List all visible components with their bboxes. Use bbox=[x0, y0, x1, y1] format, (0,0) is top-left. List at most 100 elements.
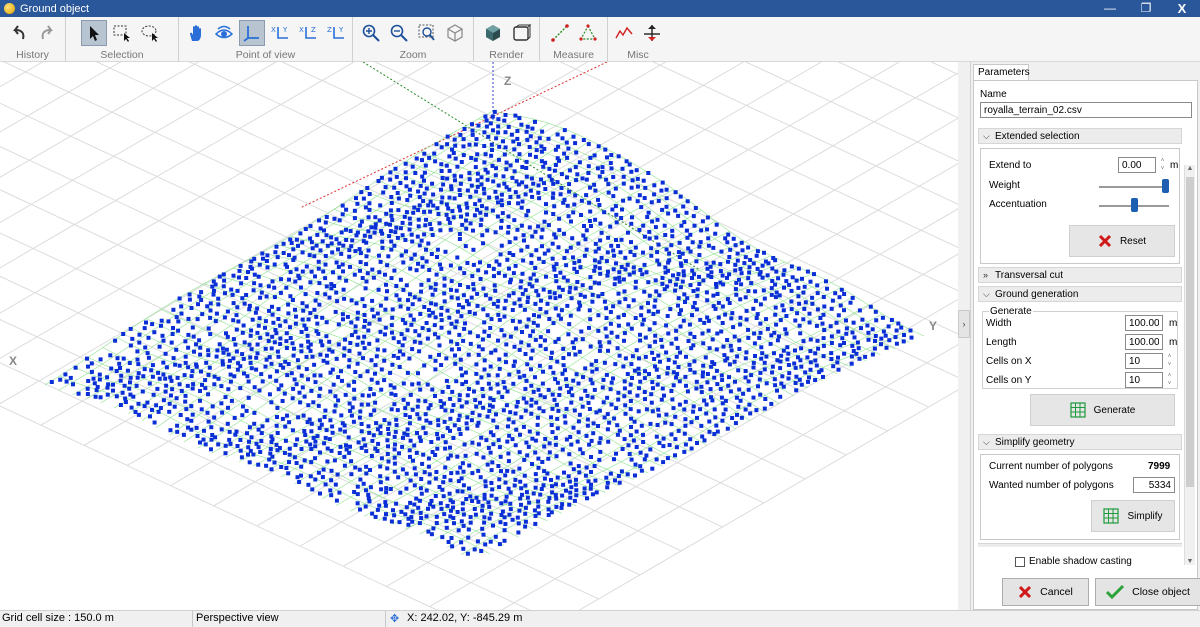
terrain-point bbox=[588, 285, 593, 290]
terrain-point bbox=[485, 462, 490, 467]
terrain-point bbox=[777, 293, 782, 298]
terrain-point bbox=[622, 331, 627, 336]
terrain-point bbox=[533, 375, 537, 380]
terrain-point bbox=[545, 301, 550, 306]
terrain-point bbox=[650, 219, 655, 224]
terrain-point bbox=[470, 274, 475, 279]
restore-button[interactable]: ❐ bbox=[1128, 0, 1164, 17]
terrain-point bbox=[608, 321, 613, 326]
zoom-extents-icon[interactable] bbox=[443, 21, 467, 45]
mesh-edge bbox=[328, 333, 343, 339]
terrain-point bbox=[643, 369, 647, 374]
mesh-edge bbox=[382, 410, 397, 417]
terrain-point bbox=[564, 384, 569, 388]
terrain-point bbox=[546, 499, 551, 504]
render-solid-icon[interactable] bbox=[481, 21, 505, 45]
terrain-point bbox=[487, 516, 492, 521]
terrain-point bbox=[355, 310, 360, 315]
terrain-point bbox=[534, 278, 539, 283]
terrain-point bbox=[433, 315, 438, 320]
terrain-point bbox=[238, 386, 243, 391]
terrain-point bbox=[309, 269, 314, 274]
undo-icon[interactable] bbox=[7, 21, 31, 45]
terrain-point bbox=[197, 338, 202, 343]
zoom-region-icon[interactable] bbox=[415, 21, 439, 45]
terrain-point bbox=[521, 396, 526, 401]
terrain-point bbox=[468, 341, 473, 346]
terrain-point bbox=[600, 385, 605, 390]
terrain-point bbox=[314, 314, 319, 319]
terrain-point bbox=[421, 452, 426, 457]
terrain-point bbox=[437, 352, 441, 357]
zoom-in-icon[interactable] bbox=[359, 21, 383, 45]
terrain-point bbox=[567, 168, 572, 173]
terrain-point bbox=[323, 408, 328, 413]
terrain-point bbox=[705, 215, 710, 220]
terrain-point bbox=[389, 195, 394, 199]
terrain-point bbox=[345, 314, 350, 319]
terrain-point bbox=[327, 437, 332, 442]
terrain-point bbox=[810, 301, 815, 306]
terrain-point bbox=[597, 457, 602, 462]
pan-hand-icon[interactable] bbox=[184, 21, 208, 45]
terrain-point bbox=[397, 297, 402, 302]
terrain-point bbox=[480, 503, 485, 508]
view-xz-icon[interactable]: XZ bbox=[296, 21, 320, 45]
terrain-point bbox=[495, 214, 500, 219]
terrain-point bbox=[482, 160, 487, 165]
terrain-point bbox=[269, 346, 274, 351]
terrain-point bbox=[316, 470, 321, 475]
terrain-point bbox=[183, 360, 188, 365]
terrain-point bbox=[481, 405, 486, 410]
terrain-point bbox=[359, 422, 364, 426]
terrain-point bbox=[272, 262, 277, 267]
terrain-point bbox=[340, 212, 345, 217]
lasso-select-icon[interactable] bbox=[138, 21, 162, 45]
terrain-point bbox=[424, 488, 429, 493]
terrain-point bbox=[598, 271, 603, 276]
redo-icon[interactable] bbox=[35, 21, 59, 45]
measure-area-icon[interactable] bbox=[576, 21, 600, 45]
3d-viewport[interactable]: Z X Y bbox=[0, 62, 958, 610]
terrain-point bbox=[174, 315, 179, 320]
terrain-point bbox=[324, 215, 329, 219]
view-zy-icon[interactable]: ZY bbox=[324, 21, 348, 45]
height-adjust-icon[interactable] bbox=[640, 21, 664, 45]
terrain-point bbox=[511, 469, 516, 474]
rect-select-icon[interactable] bbox=[110, 21, 134, 45]
terrain-point bbox=[613, 204, 618, 209]
zoom-out-icon[interactable] bbox=[387, 21, 411, 45]
terrain-point bbox=[628, 407, 633, 412]
terrain-point bbox=[410, 519, 415, 524]
terrain-point bbox=[706, 318, 711, 323]
terrain-point bbox=[434, 142, 439, 147]
terrain-point bbox=[213, 319, 218, 324]
terrain-point bbox=[547, 450, 552, 455]
terrain-point bbox=[508, 280, 513, 285]
terrain-point bbox=[403, 413, 408, 417]
pointer-select-icon[interactable] bbox=[81, 20, 107, 46]
view-xy-icon[interactable]: XY bbox=[268, 21, 292, 45]
terrain-point bbox=[547, 174, 552, 179]
terrain-point bbox=[442, 299, 447, 304]
terrain-point bbox=[121, 356, 126, 361]
orbit-eye-icon[interactable] bbox=[212, 21, 236, 45]
terrain-point bbox=[404, 210, 409, 215]
terrain-point bbox=[313, 477, 318, 482]
close-window-button[interactable]: X bbox=[1164, 0, 1200, 17]
terrain-point bbox=[705, 298, 710, 303]
terrain-point bbox=[555, 416, 560, 421]
render-wire-icon[interactable] bbox=[509, 21, 533, 45]
terrain-point bbox=[641, 432, 645, 437]
profile-line-icon[interactable] bbox=[612, 21, 636, 45]
axis-view-icon[interactable] bbox=[238, 20, 265, 46]
terrain-point bbox=[223, 291, 227, 296]
terrain-point bbox=[589, 362, 594, 367]
terrain-point bbox=[223, 443, 228, 448]
terrain-point bbox=[415, 234, 420, 239]
terrain-point bbox=[539, 298, 543, 303]
minimize-button[interactable]: — bbox=[1092, 0, 1128, 17]
terrain-point bbox=[198, 389, 202, 393]
measure-distance-icon[interactable] bbox=[548, 21, 572, 45]
terrain-point bbox=[598, 238, 603, 243]
